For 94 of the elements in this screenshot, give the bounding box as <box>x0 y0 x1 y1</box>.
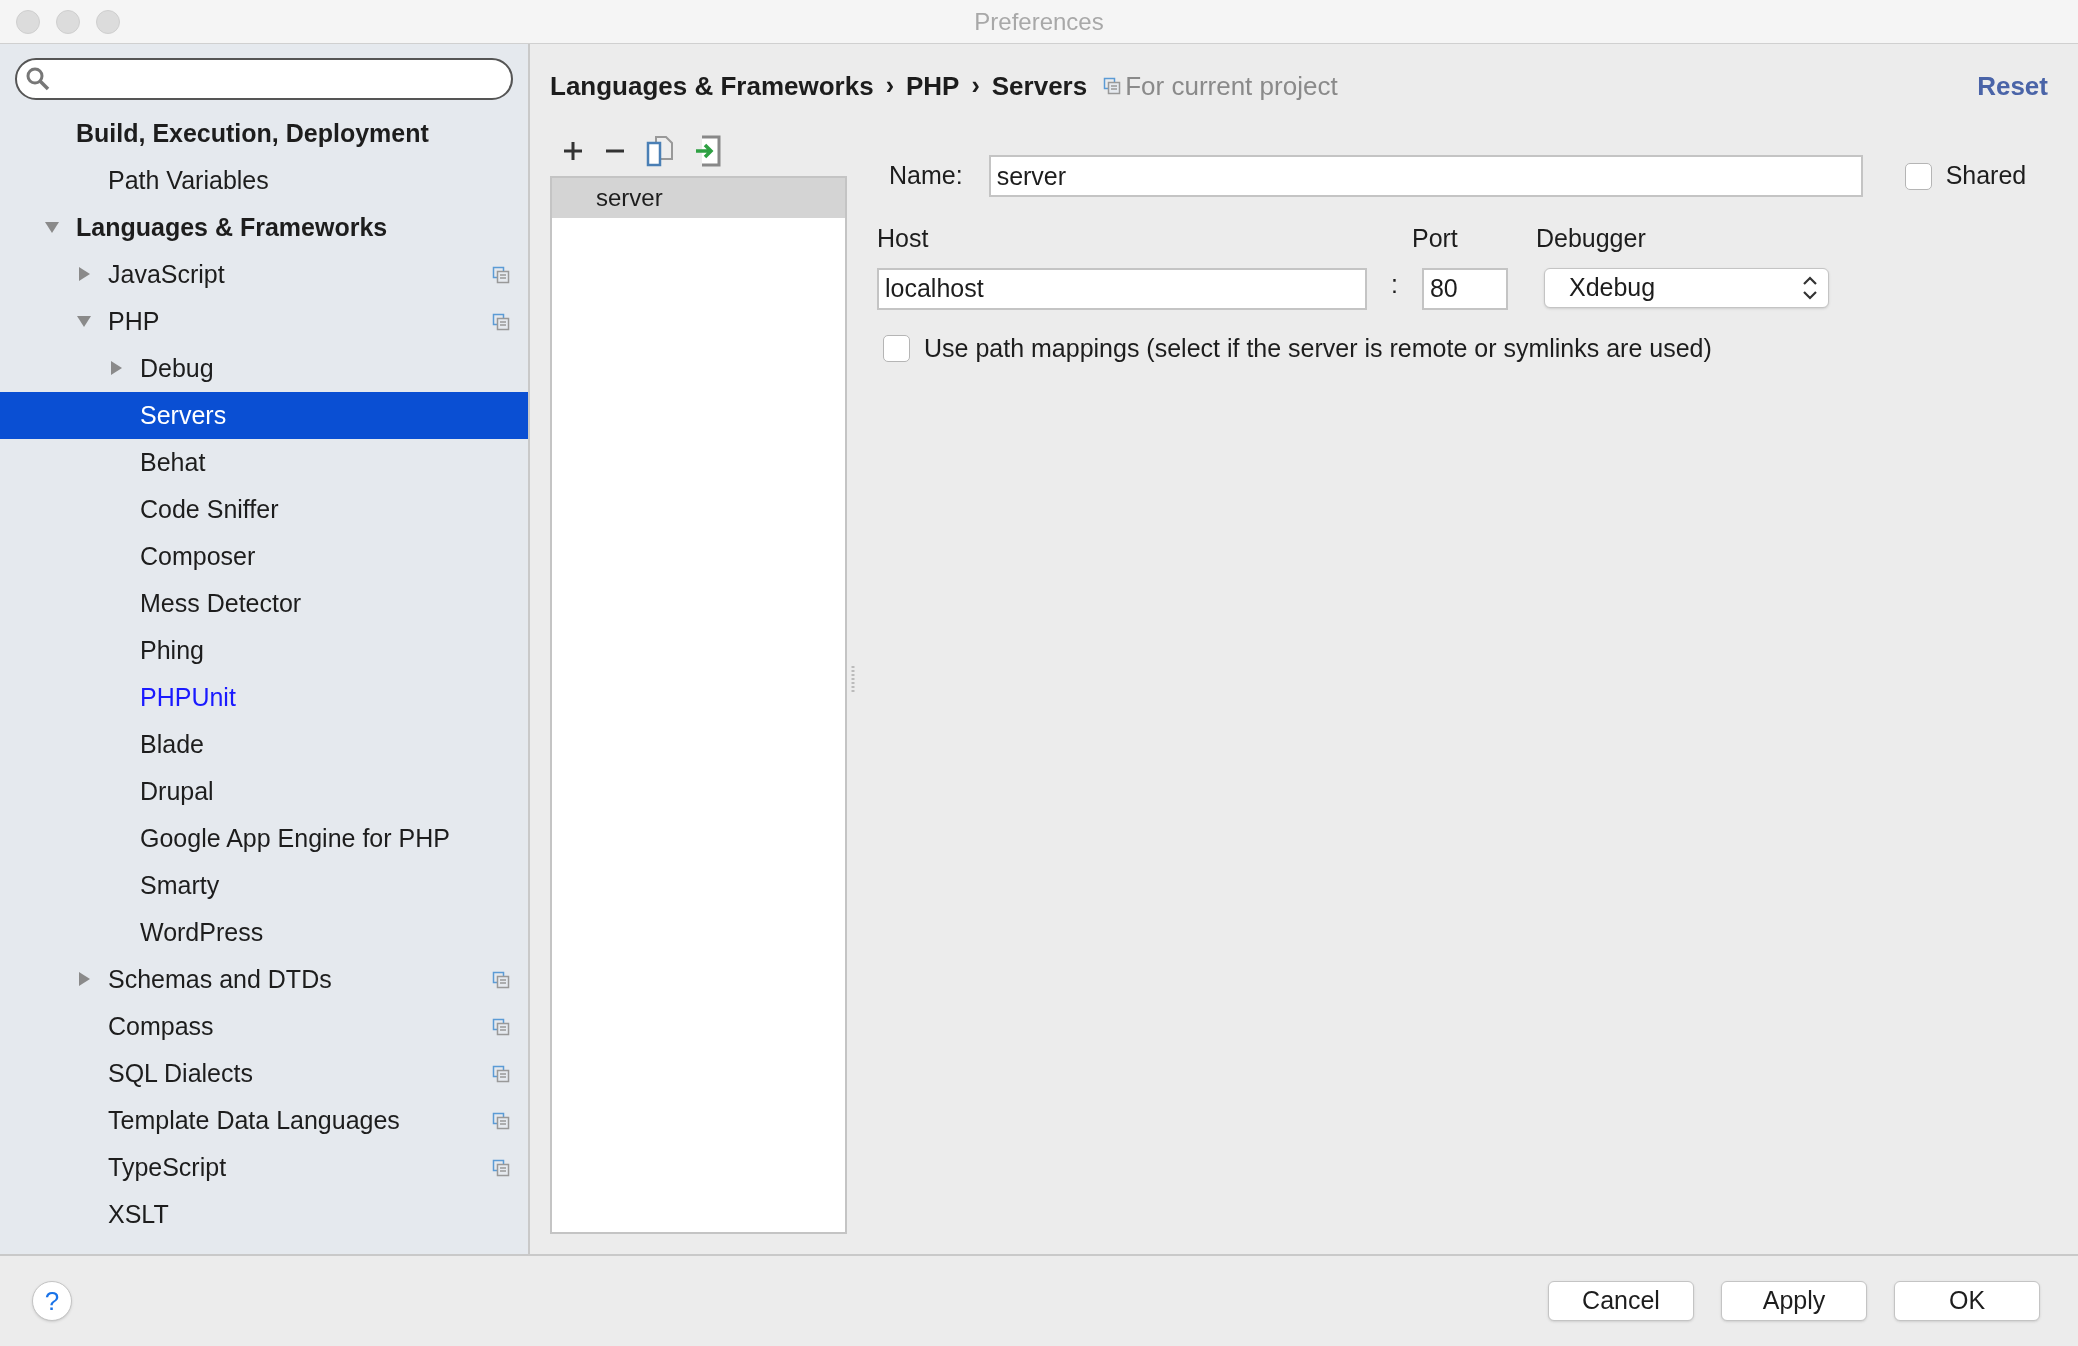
tree-item-label: Path Variables <box>108 164 269 196</box>
tree-item[interactable]: Schemas and DTDs <box>0 956 528 1003</box>
host-label: Host <box>877 223 930 254</box>
help-button[interactable]: ? <box>32 1281 72 1321</box>
tree-item[interactable]: TypeScript <box>0 1144 528 1191</box>
breadcrumb-item: Languages & Frameworks <box>550 69 874 103</box>
debugger-label: Debugger <box>1535 223 1647 254</box>
tree-item[interactable]: PHP <box>0 298 528 345</box>
tree-item-label: Schemas and DTDs <box>108 963 332 995</box>
copy-icon[interactable] <box>646 135 674 167</box>
host-field[interactable]: localhost <box>877 267 1367 310</box>
tree-item-label: Servers <box>140 399 227 431</box>
dialog-button[interactable]: Apply <box>1721 1281 1867 1321</box>
splitter-grip-icon[interactable] <box>851 666 855 694</box>
project-scope-icon <box>492 1158 510 1177</box>
tree-item[interactable]: Code Sniffer <box>0 486 528 533</box>
tree-item[interactable]: PHPUnit <box>0 674 528 721</box>
tree-item[interactable]: JavaScript <box>0 251 528 298</box>
add-icon[interactable] <box>562 140 584 162</box>
scope-note: For current project <box>1125 69 1338 103</box>
tree-item-label: PHP <box>108 305 160 337</box>
tree-item[interactable]: SQL Dialects <box>0 1050 528 1097</box>
breadcrumb-separator: › <box>971 70 980 102</box>
tree-item[interactable]: Blade <box>0 721 528 768</box>
tree-item-label: Languages & Frameworks <box>76 211 388 243</box>
tree-item[interactable]: Google App Engine for PHP <box>0 815 528 862</box>
debugger-select[interactable]: Xdebug <box>1543 267 1829 308</box>
breadcrumb-item: PHP <box>906 69 960 103</box>
tree-item[interactable]: Template Data Languages <box>0 1097 528 1144</box>
tree-item-label: Build, Execution, Deployment <box>76 117 429 149</box>
tree-item-label: Code Sniffer <box>140 493 279 525</box>
collapsed-arrow-icon[interactable] <box>76 971 92 987</box>
tree-item-label: Phing <box>140 634 204 666</box>
tree-item[interactable]: Languages & Frameworks <box>0 204 528 251</box>
tree-item[interactable]: Drupal <box>0 768 528 815</box>
project-scope-icon <box>492 970 510 989</box>
reset-link[interactable]: Reset <box>1977 66 2058 106</box>
path-mappings-label: Use path mappings (select if the server is remote or symlinks are used) <box>924 332 1712 364</box>
project-scope-icon <box>492 1017 510 1036</box>
tree-item[interactable]: Smarty <box>0 862 528 909</box>
tree-item[interactable]: Behat <box>0 439 528 486</box>
tree-item[interactable]: XSLT <box>0 1191 528 1238</box>
shared-checkbox[interactable] <box>1904 162 1932 190</box>
path-mappings-checkbox[interactable] <box>883 334 910 362</box>
tree-item-label: SQL Dialects <box>108 1057 253 1089</box>
dialog-button[interactable]: OK <box>1894 1281 2040 1321</box>
tree-item-label: JavaScript <box>108 258 225 290</box>
tree-item[interactable]: Servers <box>0 392 528 439</box>
collapsed-arrow-icon[interactable] <box>108 360 124 376</box>
tree-item-label: Debug <box>140 352 214 384</box>
tree-item-label: Google App Engine for PHP <box>140 822 450 854</box>
host-port-separator: : <box>1391 269 1398 300</box>
up-down-chevron-icon <box>1801 274 1818 301</box>
tree-item-label: Behat <box>140 446 206 478</box>
tree-item-label: WordPress <box>140 916 264 948</box>
tree-item[interactable]: Debug <box>0 345 528 392</box>
search-field[interactable] <box>15 58 513 100</box>
port-label: Port <box>1411 223 1459 254</box>
tree-item-label: PHPUnit <box>140 681 236 713</box>
tree-item[interactable]: Compass <box>0 1003 528 1050</box>
name-field[interactable]: server <box>988 155 1863 197</box>
tree-item-label: Compass <box>108 1010 214 1042</box>
dialog-button[interactable]: Cancel <box>1548 1281 1694 1321</box>
tree-item-label: TypeScript <box>108 1151 227 1183</box>
project-scope-icon <box>492 265 510 284</box>
tree-item-label: Smarty <box>140 869 220 901</box>
breadcrumb-item: Servers <box>991 69 1088 103</box>
tree-item[interactable]: WordPress <box>0 909 528 956</box>
tree-item-label: Mess Detector <box>140 587 302 619</box>
tree-item-label: Blade <box>140 728 204 760</box>
shared-label: Shared <box>1945 160 2027 192</box>
project-scope-icon <box>492 1111 510 1130</box>
tree-item-label: Template Data Languages <box>108 1104 400 1136</box>
tree-item[interactable]: Mess Detector <box>0 580 528 627</box>
project-scope-icon <box>492 1064 510 1083</box>
port-field[interactable]: 80 <box>1421 267 1508 310</box>
server-list-item[interactable]: server <box>552 178 845 218</box>
collapsed-arrow-icon[interactable] <box>76 266 92 282</box>
expanded-arrow-icon[interactable] <box>76 313 92 329</box>
tree-item-label: XSLT <box>108 1198 169 1230</box>
search-icon <box>25 66 51 92</box>
project-scope-icon <box>1103 77 1122 95</box>
tree-item-label: Composer <box>140 540 256 572</box>
window-title: Preferences <box>974 6 1104 37</box>
project-scope-icon <box>492 312 510 331</box>
breadcrumb-separator: › <box>885 70 894 102</box>
tree-item[interactable]: Path Variables <box>0 157 528 204</box>
tree-item[interactable]: Composer <box>0 533 528 580</box>
tree-item-label: Drupal <box>140 775 214 807</box>
tree-item[interactable]: Phing <box>0 627 528 674</box>
expanded-arrow-icon[interactable] <box>44 219 60 235</box>
name-label: Name: <box>889 160 963 192</box>
import-icon[interactable] <box>694 135 722 167</box>
tree-item[interactable]: Build, Execution, Deployment <box>0 110 528 157</box>
